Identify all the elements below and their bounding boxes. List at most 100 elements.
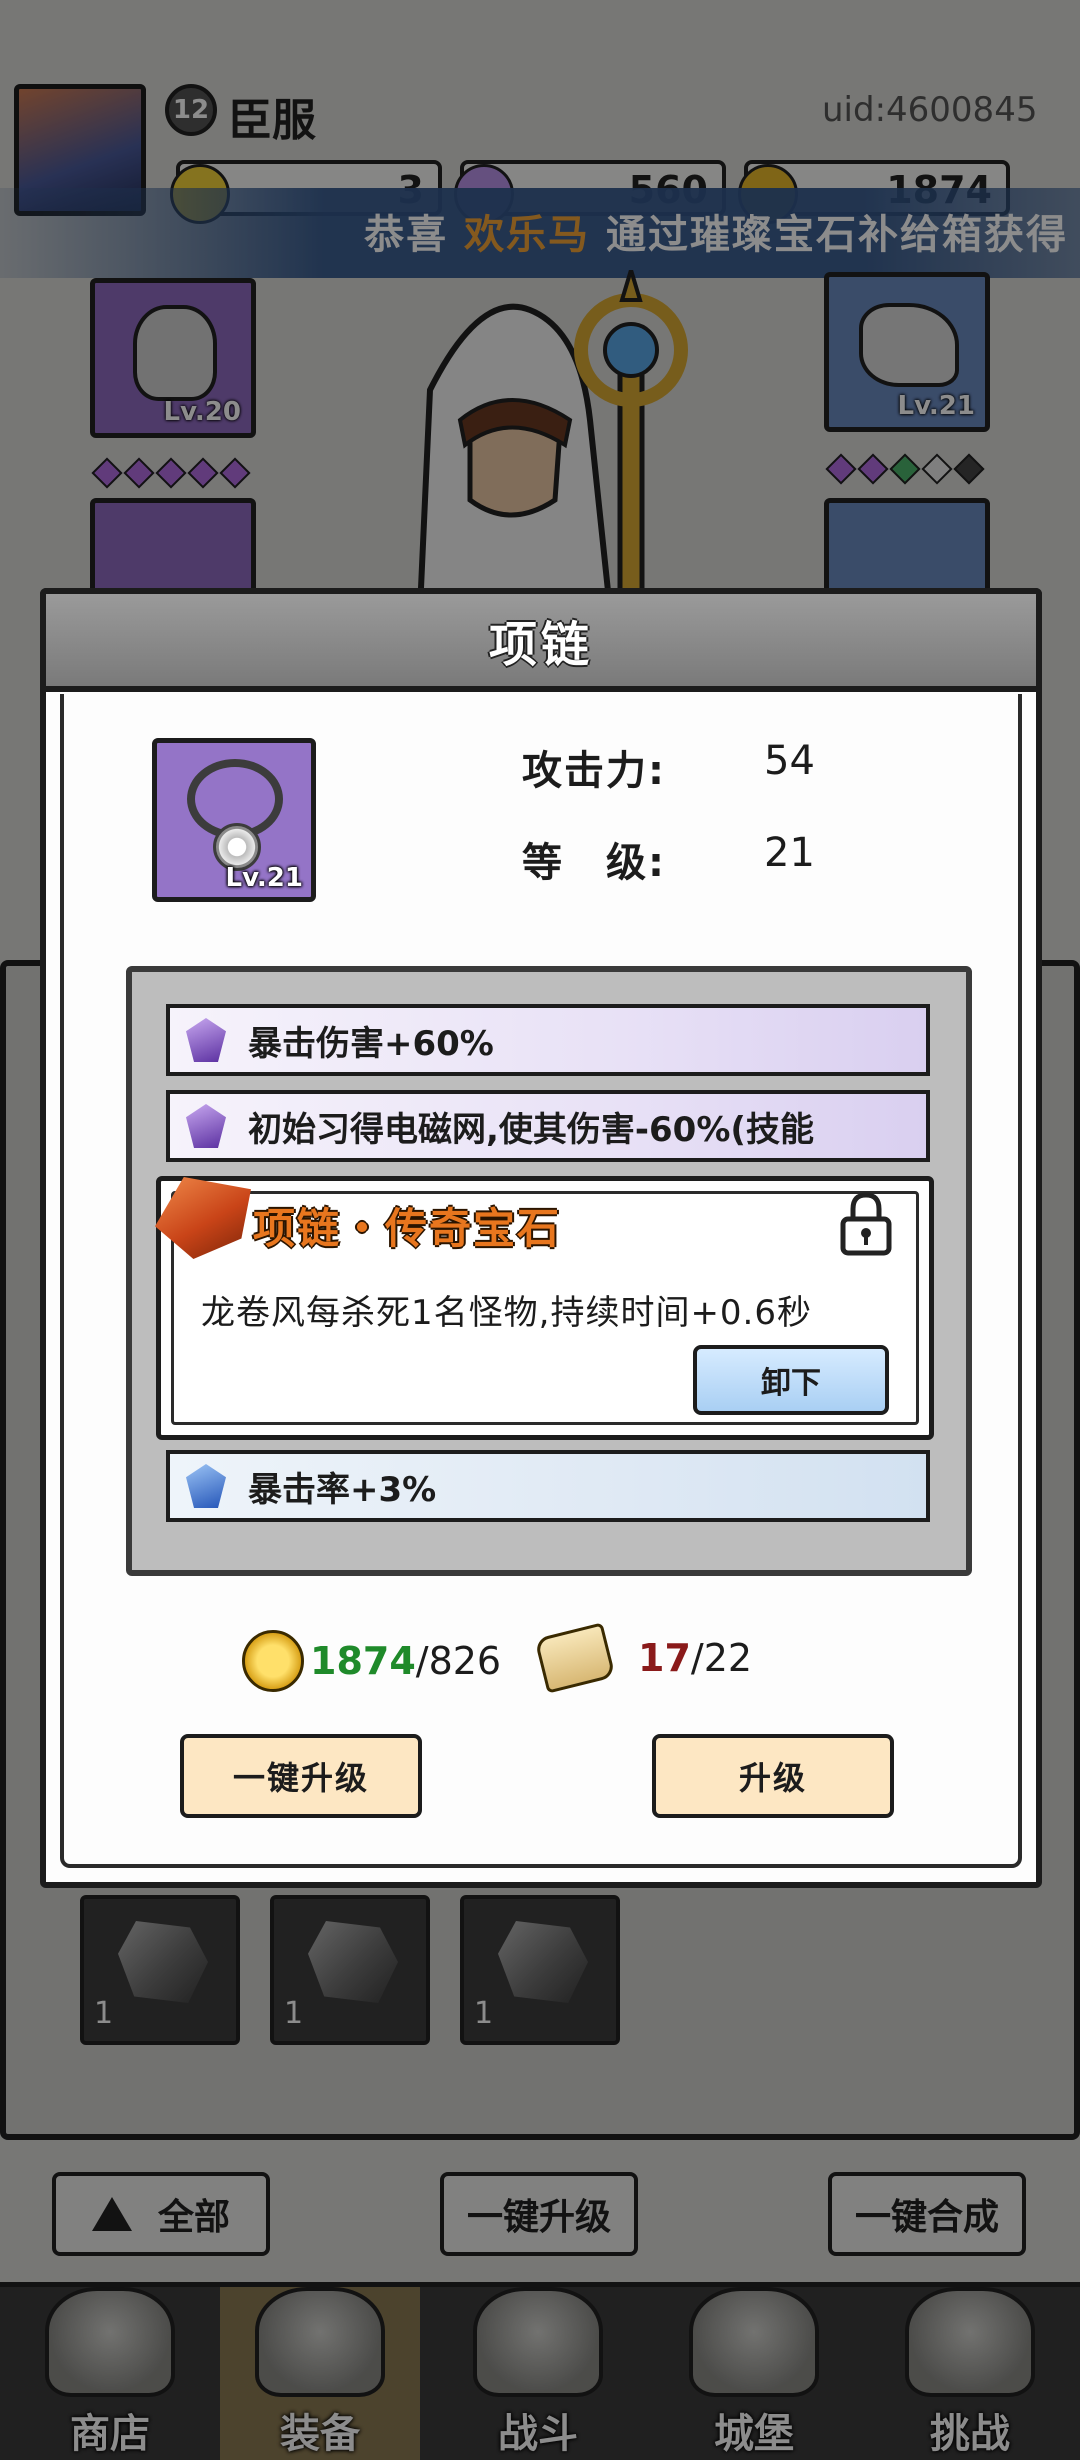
stone-icon (308, 1921, 398, 2003)
nav-challenge[interactable]: 挑战 (870, 2287, 1070, 2460)
nav-castle-label: 城堡 (714, 2411, 794, 2457)
bottom-nav: 商店 装备 战斗 城堡 挑战 (0, 2282, 1080, 2460)
socket-gem (155, 457, 187, 489)
coin-cost-text: 1874/826 (310, 1639, 501, 1683)
ticker-prefix: 恭喜 (364, 212, 449, 258)
coin-need: /826 (415, 1639, 502, 1683)
bg-one-click-upgrade-button[interactable]: 一键升级 (440, 2172, 638, 2256)
stat-attack-value-wrap: 54 (764, 738, 815, 784)
nav-battle[interactable]: 战斗 (438, 2287, 638, 2460)
scroll-need: /22 (690, 1636, 753, 1680)
socket-gem (953, 453, 985, 485)
hero-character (360, 263, 730, 613)
stat-attack-row: 攻击力: (522, 738, 666, 796)
lock-icon[interactable] (839, 1191, 893, 1257)
necklace-item-icon: Lv.21 (152, 738, 316, 902)
triangle-icon (91, 2197, 132, 2231)
filter-all-button[interactable]: 全部 (52, 2172, 270, 2256)
player-uid: uid:4600845 (822, 90, 1038, 130)
helmet-icon (133, 305, 217, 401)
shield-lock-icon (905, 2287, 1035, 2397)
attribute-text: 暴击伤害+60% (248, 1023, 494, 1064)
inventory-item[interactable]: 1 (460, 1895, 620, 2045)
socket-gem (123, 457, 155, 489)
socket-gem (889, 453, 921, 485)
gem-popup-title: 项链・传奇宝石 (253, 1204, 562, 1253)
scroll-icon (534, 1622, 616, 1694)
coin-icon (242, 1630, 304, 1692)
announcement-ticker: 恭喜 欢乐马 通过璀璨宝石补给箱获得 (0, 188, 1080, 278)
nav-castle[interactable]: 城堡 (654, 2287, 854, 2460)
stat-attack-value: 54 (764, 738, 815, 784)
legendary-gem-popup: 项链・传奇宝石 龙卷风每杀死1名怪物,持续时间+0.6秒 卸下 (155, 1176, 934, 1440)
item-count: 1 (284, 1996, 304, 2031)
blue-gem-icon (186, 1464, 226, 1508)
nav-challenge-label: 挑战 (930, 2411, 1010, 2457)
helmet-level: Lv.20 (163, 397, 241, 427)
ticker-player-name: 欢乐马 (464, 212, 591, 258)
shop-icon (45, 2287, 175, 2397)
attribute-row: 暴击伤害+60% (166, 1004, 930, 1076)
socket-gem (921, 453, 953, 485)
gloves-level: Lv.21 (897, 391, 975, 421)
stat-level-value-wrap: 21 (764, 830, 815, 876)
purple-gem-icon (186, 1104, 226, 1148)
player-level-badge: 12 (165, 84, 217, 136)
scroll-have: 17 (638, 1636, 691, 1680)
socket-gem (857, 453, 889, 485)
gloves-icon (859, 303, 959, 387)
one-click-merge-button[interactable]: 一键合成 (828, 2172, 1026, 2256)
scroll-cost: 17/22 (534, 1622, 752, 1694)
socket-gem (219, 457, 251, 489)
purple-gem-icon (186, 1018, 226, 1062)
stone-icon (498, 1921, 588, 2003)
player-name: 臣服 (228, 95, 316, 146)
upgrade-label: 升级 (738, 1759, 807, 1797)
ticker-text: 恭喜 欢乐马 通过璀璨宝石补给箱获得 (364, 202, 1068, 260)
unequip-button[interactable]: 卸下 (693, 1345, 889, 1415)
nav-shop[interactable]: 商店 (10, 2287, 210, 2460)
ticker-suffix: 通过璀璨宝石补给箱获得 (606, 212, 1068, 258)
item-count: 1 (474, 1996, 494, 2031)
nav-equipment-label: 装备 (280, 2411, 360, 2457)
one-click-upgrade-label: 一键升级 (232, 1759, 369, 1797)
stat-level-label: 等 级: (522, 840, 666, 886)
modal-title: 项链 (488, 617, 593, 673)
coin-cost: 1874/826 (242, 1630, 501, 1692)
item-detail-modal: 项链 Lv.21 攻击力: 54 等 级: 21 暴击伤害+60% 初始习得电磁… (40, 588, 1042, 1888)
attribute-row: 暴击率+3% (166, 1450, 930, 1522)
stat-attack-label: 攻击力: (522, 748, 666, 794)
gloves-slot[interactable]: Lv.21 (824, 272, 990, 432)
attribute-text: 初始习得电磁网,使其伤害-60%(技能 (248, 1109, 814, 1150)
gem-popup-description: 龙卷风每杀死1名怪物,持续时间+0.6秒 (201, 1293, 812, 1333)
nav-shop-label: 商店 (70, 2411, 150, 2457)
crossed-swords-icon (473, 2287, 603, 2397)
nav-battle-label: 战斗 (498, 2411, 578, 2457)
nav-equipment[interactable]: 装备 (220, 2287, 420, 2460)
unequip-label: 卸下 (761, 1366, 821, 1401)
socket-gem (91, 457, 123, 489)
upgrade-button[interactable]: 升级 (652, 1734, 894, 1818)
stat-level-value: 21 (764, 830, 815, 876)
helmet-gem-sockets (91, 457, 251, 489)
stat-level-row: 等 级: (522, 830, 666, 888)
item-count: 1 (94, 1996, 114, 2031)
stone-icon (118, 1921, 208, 2003)
castle-icon (689, 2287, 819, 2397)
helmet-slot[interactable]: Lv.20 (90, 278, 256, 438)
attribute-row: 初始习得电磁网,使其伤害-60%(技能 (166, 1090, 930, 1162)
modal-header: 项链 (40, 588, 1042, 692)
one-click-upgrade-button[interactable]: 一键升级 (180, 1734, 422, 1818)
coin-have: 1874 (310, 1639, 416, 1683)
socket-gem (187, 457, 219, 489)
attribute-text: 暴击率+3% (248, 1469, 437, 1510)
filter-all-label: 全部 (157, 2197, 230, 2238)
inventory-item[interactable]: 1 (80, 1895, 240, 2045)
inventory-item[interactable]: 1 (270, 1895, 430, 2045)
one-click-merge-label: 一键合成 (854, 2197, 999, 2238)
gloves-gem-sockets (825, 453, 985, 485)
socket-gem (825, 453, 857, 485)
item-level: Lv.21 (225, 863, 303, 893)
scroll-cost-text: 17/22 (638, 1636, 752, 1680)
bg-one-click-upgrade-label: 一键升级 (466, 2197, 611, 2238)
